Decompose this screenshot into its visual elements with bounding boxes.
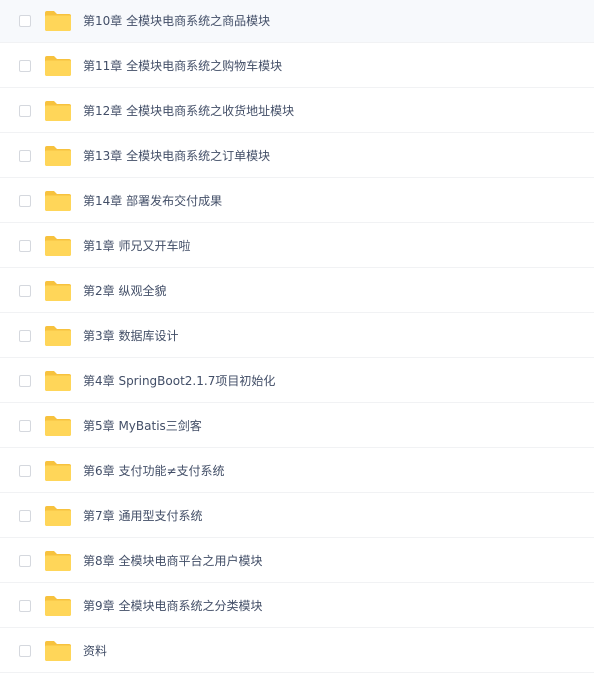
folder-icon [44,235,72,257]
file-name[interactable]: 第11章 全模块电商系统之购物车模块 [83,58,282,74]
file-row[interactable]: 第1章 师兄又开车啦 [0,223,594,268]
file-name[interactable]: 第13章 全模块电商系统之订单模块 [83,148,270,164]
row-checkbox[interactable] [19,330,31,342]
row-checkbox[interactable] [19,150,31,162]
file-name[interactable]: 第4章 SpringBoot2.1.7项目初始化 [83,373,275,389]
row-checkbox[interactable] [19,60,31,72]
file-name[interactable]: 第9章 全模块电商系统之分类模块 [83,598,262,614]
file-row[interactable]: 第10章 全模块电商系统之商品模块 [0,0,594,43]
folder-icon [44,505,72,527]
row-checkbox[interactable] [19,285,31,297]
file-name[interactable]: 第1章 师兄又开车啦 [83,238,190,254]
row-checkbox[interactable] [19,240,31,252]
folder-icon [44,595,72,617]
folder-icon [44,100,72,122]
file-name[interactable]: 第14章 部署发布交付成果 [83,193,222,209]
file-row[interactable]: 第8章 全模块电商平台之用户模块 [0,538,594,583]
row-checkbox[interactable] [19,375,31,387]
folder-icon [44,640,72,662]
file-row[interactable]: 第12章 全模块电商系统之收货地址模块 [0,88,594,133]
file-row[interactable]: 第13章 全模块电商系统之订单模块 [0,133,594,178]
folder-icon [44,325,72,347]
folder-icon [44,460,72,482]
folder-icon [44,280,72,302]
row-checkbox[interactable] [19,555,31,567]
file-name[interactable]: 第5章 MyBatis三剑客 [83,418,202,434]
folder-icon [44,415,72,437]
file-row[interactable]: 第3章 数据库设计 [0,313,594,358]
file-name[interactable]: 资料 [83,643,107,659]
file-name[interactable]: 第7章 通用型支付系统 [83,508,202,524]
folder-icon [44,55,72,77]
file-name[interactable]: 第12章 全模块电商系统之收货地址模块 [83,103,294,119]
file-list: 第10章 全模块电商系统之商品模块 第11章 全模块电商系统之购物车模块 第12… [0,0,594,673]
row-checkbox[interactable] [19,195,31,207]
row-checkbox[interactable] [19,15,31,27]
row-checkbox[interactable] [19,645,31,657]
file-row[interactable]: 第4章 SpringBoot2.1.7项目初始化 [0,358,594,403]
file-row[interactable]: 第2章 纵观全貌 [0,268,594,313]
file-row[interactable]: 资料 [0,628,594,673]
file-row[interactable]: 第14章 部署发布交付成果 [0,178,594,223]
file-name[interactable]: 第3章 数据库设计 [83,328,178,344]
file-row[interactable]: 第5章 MyBatis三剑客 [0,403,594,448]
row-checkbox[interactable] [19,105,31,117]
folder-icon [44,190,72,212]
file-row[interactable]: 第9章 全模块电商系统之分类模块 [0,583,594,628]
file-row[interactable]: 第6章 支付功能≠支付系统 [0,448,594,493]
folder-icon [44,145,72,167]
file-row[interactable]: 第11章 全模块电商系统之购物车模块 [0,43,594,88]
row-checkbox[interactable] [19,465,31,477]
row-checkbox[interactable] [19,510,31,522]
folder-icon [44,370,72,392]
file-row[interactable]: 第7章 通用型支付系统 [0,493,594,538]
row-checkbox[interactable] [19,600,31,612]
row-checkbox[interactable] [19,420,31,432]
file-name[interactable]: 第10章 全模块电商系统之商品模块 [83,13,270,29]
file-name[interactable]: 第8章 全模块电商平台之用户模块 [83,553,262,569]
folder-icon [44,10,72,32]
file-name[interactable]: 第6章 支付功能≠支付系统 [83,463,225,479]
folder-icon [44,550,72,572]
file-name[interactable]: 第2章 纵观全貌 [83,283,166,299]
